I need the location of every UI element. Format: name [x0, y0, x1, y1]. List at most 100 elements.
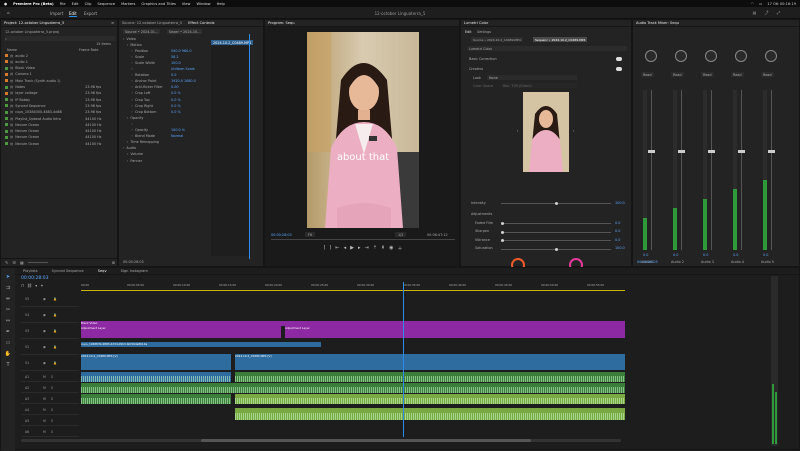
- timeline-timecode[interactable]: 00:00:28:03: [21, 276, 48, 281]
- channel-db[interactable]: 0.0: [763, 252, 768, 257]
- audio-clip-a3[interactable]: [81, 394, 231, 404]
- channel-db[interactable]: 0.0: [703, 252, 708, 257]
- menu-window[interactable]: Window: [196, 2, 210, 6]
- disclosure-icon[interactable]: ◦: [131, 55, 133, 59]
- rectangle-icon[interactable]: ▭: [6, 340, 11, 346]
- lumetri-tab[interactable]: Lumetri Color: [464, 21, 488, 25]
- ec-row[interactable]: › Audio: [123, 146, 209, 151]
- audio-mixer-tab[interactable]: Audio Track Mixer: Sequ: [636, 21, 679, 25]
- ec-property-value[interactable]: Normal: [171, 134, 183, 138]
- fader-handle[interactable]: [768, 150, 775, 153]
- menu-view[interactable]: View: [182, 2, 191, 6]
- razor-icon[interactable]: ✂: [6, 307, 10, 313]
- workspaces-icon[interactable]: ▤: [752, 10, 757, 15]
- menu-clip[interactable]: Clip: [85, 2, 92, 6]
- audio-track-header[interactable]: A5 M S: [21, 416, 79, 426]
- list-item[interactable]: ▤ Main Track (Synth audio 1): [5, 78, 115, 83]
- solo-button[interactable]: S: [51, 408, 53, 412]
- look-dropdown[interactable]: None: [487, 75, 577, 80]
- lock-icon[interactable]: 🔒: [53, 345, 57, 349]
- read-dropdown[interactable]: Read: [671, 72, 684, 77]
- lumetri-tab-settings[interactable]: Settings: [477, 29, 491, 34]
- disclosure-icon[interactable]: ›: [127, 152, 128, 156]
- quality-dropdown[interactable]: 1/2: [395, 232, 407, 237]
- panel-menu-icon[interactable]: ≡: [111, 21, 114, 25]
- ec-row[interactable]: › Opacity: [127, 115, 213, 120]
- video-track-header[interactable]: V2 ◉ 🔒: [21, 340, 79, 355]
- video-track-header[interactable]: V3 ◉ 🔒: [21, 324, 79, 339]
- track-name[interactable]: A5: [25, 419, 29, 423]
- snap-icon[interactable]: ⊓: [21, 283, 24, 288]
- column-name[interactable]: Name: [7, 47, 17, 52]
- effect-controls-tab[interactable]: Effect Controls: [188, 21, 214, 25]
- track-name[interactable]: V2: [25, 345, 29, 349]
- timeline-horizontal-scrollbar[interactable]: [21, 439, 621, 442]
- ec-property-value[interactable]: 540.0 960.0: [171, 49, 192, 53]
- ec-row[interactable]: ◦ Uniform Scale: [131, 67, 217, 72]
- read-dropdown[interactable]: Read: [761, 72, 774, 77]
- battery-icon[interactable]: ▭: [759, 2, 762, 6]
- eye-icon[interactable]: ◉: [43, 313, 46, 317]
- fader-track[interactable]: [768, 90, 775, 250]
- track-name[interactable]: V3: [25, 329, 29, 333]
- adjust-slider[interactable]: [501, 222, 611, 225]
- audio-clip-a1[interactable]: [81, 372, 231, 382]
- video-clip-v1[interactable]: 2024.10.2_C0489.MP4 [V]: [235, 354, 625, 370]
- ec-row[interactable]: › Volume: [127, 152, 213, 157]
- disclosure-icon[interactable]: ◦: [131, 85, 133, 89]
- disclosure-icon[interactable]: ◦: [131, 79, 133, 83]
- tab-playlists[interactable]: Playlists: [23, 269, 38, 273]
- list-item[interactable]: ▤ audio 1: [5, 59, 115, 64]
- disclosure-icon[interactable]: ›: [127, 140, 128, 144]
- pan-knob[interactable]: [735, 50, 747, 62]
- audio-clip-a2[interactable]: [81, 383, 625, 393]
- wifi-icon[interactable]: ◠: [751, 2, 754, 6]
- eye-icon[interactable]: ◉: [43, 329, 46, 333]
- disclosure-icon[interactable]: ›: [123, 37, 124, 41]
- solo-button[interactable]: S: [51, 375, 53, 379]
- adjust-value[interactable]: 0.0: [615, 220, 620, 225]
- audio-track-header[interactable]: A2 M S: [21, 383, 79, 393]
- ec-row[interactable]: › Panner: [127, 158, 213, 163]
- menu-sequence[interactable]: Sequence: [97, 2, 115, 6]
- disclosure-icon[interactable]: ◦: [131, 73, 133, 77]
- video-track-header[interactable]: V5 ◉ 🔒: [21, 292, 79, 307]
- fader-track[interactable]: [678, 90, 685, 250]
- list-item[interactable]: ▤ Camera 1: [5, 72, 115, 77]
- tab-synced-sequence[interactable]: Synced Sequence: [52, 269, 84, 273]
- list-item[interactable]: ▤ IP Bobby 23.98 fps: [5, 97, 115, 102]
- ec-row[interactable]: › Motion: [127, 42, 213, 47]
- source-tab[interactable]: Source: 12 october Linguaterra_5: [122, 21, 182, 25]
- apple-icon[interactable]: ●: [4, 2, 7, 6]
- channel-db[interactable]: 0.0: [733, 252, 738, 257]
- ec-property-value[interactable]: 100.0: [171, 61, 181, 65]
- fullscreen-icon[interactable]: ⤢: [776, 10, 781, 15]
- mute-button[interactable]: M: [43, 386, 46, 390]
- mute-button[interactable]: M: [43, 397, 46, 401]
- video-clip-v1[interactable]: 2024.10.2_C0489.MP4 [V]: [81, 354, 231, 370]
- adjust-knob[interactable]: [555, 247, 558, 251]
- channel-db[interactable]: 0.0: [643, 252, 648, 257]
- menu-graphics[interactable]: Graphics and Titles: [141, 2, 176, 6]
- extract-icon[interactable]: ⇞: [381, 245, 385, 253]
- ec-source-chip[interactable]: Source • 2024-01...: [123, 29, 161, 34]
- track-name[interactable]: V4: [25, 313, 29, 317]
- adjust-value[interactable]: 0.0: [615, 237, 620, 242]
- ec-seq-chip[interactable]: Seqer • 2024-10...: [167, 29, 203, 34]
- list-item[interactable]: ▤ audio 2: [5, 53, 115, 58]
- adjust-slider[interactable]: [501, 230, 611, 234]
- channel-db[interactable]: 0.0: [673, 252, 678, 257]
- ec-row[interactable]: ◦ Crop Top 0.0 %: [131, 97, 217, 102]
- list-item[interactable]: ▤ Playlist_Upbeat Audio Intro 44100 Hz: [5, 116, 115, 121]
- solo-button[interactable]: S: [51, 419, 53, 423]
- audio-clip-a3[interactable]: [235, 394, 625, 404]
- adjust-value[interactable]: 100.0: [615, 246, 625, 251]
- list-item[interactable]: ▤ Nevum Ocean 44100 Hz: [5, 141, 115, 146]
- timeline-playhead[interactable]: [403, 282, 404, 437]
- fader-handle[interactable]: [678, 150, 685, 153]
- project-tab[interactable]: Project: 12-october Linguaterra_5: [4, 21, 64, 25]
- wrench-icon[interactable]: ✦: [40, 283, 43, 288]
- ec-timecode[interactable]: 00:00:28:03: [123, 259, 144, 264]
- ec-row[interactable]: ◦ Crop Bottom 0.0 %: [131, 109, 217, 114]
- work-area-bar[interactable]: [81, 290, 625, 291]
